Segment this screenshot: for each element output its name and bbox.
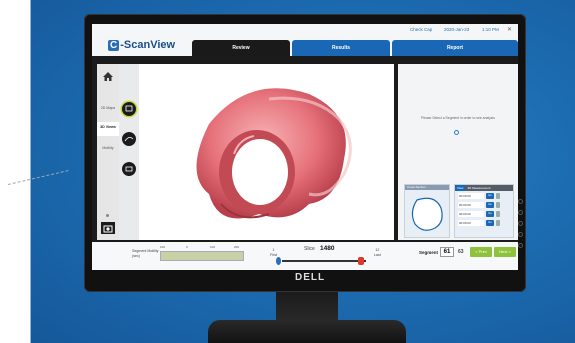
- monitor-button: [518, 221, 523, 226]
- monitor-button: [518, 199, 523, 204]
- measurement-value[interactable]: 00:00:00: [458, 211, 484, 217]
- select-segment-message: Please Select a Segment in order to see …: [421, 116, 495, 120]
- view-tools: [119, 64, 139, 240]
- tick-label: 100: [160, 245, 166, 249]
- tab-3d-measurement[interactable]: 3D Measurement: [465, 186, 492, 190]
- slider-handle[interactable]: [358, 257, 364, 265]
- logo-text: -ScanView: [120, 39, 176, 51]
- tab-results[interactable]: Results: [292, 40, 390, 56]
- home-icon[interactable]: [103, 72, 113, 81]
- measurement-value[interactable]: 00:00:00: [458, 202, 484, 208]
- measurement-row: 00:00:00 Go: [455, 201, 513, 209]
- fly-through-icon[interactable]: [122, 162, 136, 176]
- monitor-brand-logo: DELL: [295, 272, 326, 283]
- monitor: Check Cap 2020-Jan-23 1:10 PM ✕ C -ScanVi…: [84, 14, 526, 292]
- monitor-button: [518, 210, 523, 215]
- app-logo: C -ScanView: [108, 39, 175, 52]
- logo-mark: C: [108, 40, 120, 51]
- analysis-panel: Please Select a Segment in order to see …: [398, 64, 518, 240]
- prev-button[interactable]: < Prev: [470, 247, 492, 257]
- colon-3d-model[interactable]: [139, 64, 394, 240]
- first-slice-label: First: [270, 252, 277, 257]
- delete-icon[interactable]: [496, 202, 500, 208]
- left-nav: 2D Maps 3D Views Motility: [97, 64, 119, 240]
- measurement-row: 00:00:00 Go: [455, 210, 513, 218]
- segment-input[interactable]: 61: [440, 247, 454, 257]
- nav-item-motility[interactable]: Motility: [97, 144, 119, 152]
- last-slice[interactable]: 12 Last: [374, 248, 381, 257]
- app-screen: Check Cap 2020-Jan-23 1:10 PM ✕ C -ScanVi…: [92, 24, 518, 270]
- camera-icon[interactable]: [101, 222, 115, 234]
- time-text: 1:10 PM: [482, 27, 499, 32]
- go-button[interactable]: Go: [486, 193, 494, 199]
- slice-view-icon[interactable]: [122, 132, 136, 146]
- tick-label: 200: [234, 245, 240, 249]
- tick-label: 100: [210, 245, 216, 249]
- go-button[interactable]: Go: [486, 220, 494, 226]
- tick-label: 0: [186, 245, 188, 249]
- monitor-stand: [208, 320, 406, 343]
- segment-total: 63: [458, 249, 464, 255]
- tab-review[interactable]: Review: [192, 40, 290, 56]
- delete-icon[interactable]: [496, 193, 500, 199]
- monitor-button: [518, 243, 523, 248]
- cross-section-shape: [411, 197, 443, 231]
- segment-motility-label: Segment Motility (sec): [132, 249, 159, 258]
- segment-motility-unit: (sec): [132, 253, 140, 258]
- user-name: Check Cap: [410, 27, 433, 32]
- nav-indicator: [106, 214, 109, 217]
- measurement-value[interactable]: 00:00:00: [458, 193, 484, 199]
- segment-label: Segment: [419, 250, 439, 255]
- next-button[interactable]: Next >: [494, 247, 516, 257]
- measurement-value[interactable]: 00:00:00: [458, 220, 484, 226]
- first-slice[interactable]: 1 First: [270, 248, 277, 257]
- slice-label: Slice: [304, 246, 315, 252]
- monitor-buttons: [518, 199, 524, 254]
- system-bar: Check Cap 2020-Jan-23 1:10 PM ✕: [92, 24, 518, 36]
- close-icon[interactable]: ✕: [507, 26, 512, 33]
- motility-track[interactable]: [160, 251, 244, 261]
- go-button[interactable]: Go: [486, 211, 494, 217]
- go-button[interactable]: Go: [486, 202, 494, 208]
- slice-value: 1480: [320, 245, 335, 252]
- cross-section-box: Cross Section: [404, 184, 450, 238]
- slider-start-handle[interactable]: [276, 257, 281, 265]
- tab-report[interactable]: Report: [392, 40, 518, 56]
- measurement-row: 00:00:00 Go: [455, 192, 513, 200]
- bottom-toolbar: Segment Motility (sec) 100 0 100 200 1 F…: [92, 242, 518, 270]
- workspace: 2D Maps 3D Views Motility Please Select …: [92, 56, 518, 270]
- nav-item-3d-views[interactable]: 3D Views: [97, 122, 119, 136]
- app-header: C -ScanView Review Results Report: [92, 36, 518, 56]
- date-text: 2020-Jan-23: [444, 27, 470, 32]
- slice-slider[interactable]: [276, 257, 366, 265]
- tab-view[interactable]: View: [455, 185, 466, 191]
- location-pin-icon: [454, 130, 459, 135]
- measurement-box: View 3D Measurement 00:00:00 Go 00:00:00…: [454, 184, 514, 238]
- nav-item-2d-maps[interactable]: 2D Maps: [97, 104, 119, 116]
- monitor-button: [518, 232, 523, 237]
- main-tabs: Review Results Report: [192, 40, 518, 56]
- surface-view-icon[interactable]: [122, 102, 136, 116]
- delete-icon[interactable]: [496, 220, 500, 226]
- measurement-row: 00:00:00 Go: [455, 219, 513, 227]
- 3d-viewport[interactable]: [139, 64, 394, 240]
- last-slice-label: Last: [374, 252, 381, 257]
- segment-motility-title: Segment Motility: [132, 249, 159, 253]
- delete-icon[interactable]: [496, 211, 500, 217]
